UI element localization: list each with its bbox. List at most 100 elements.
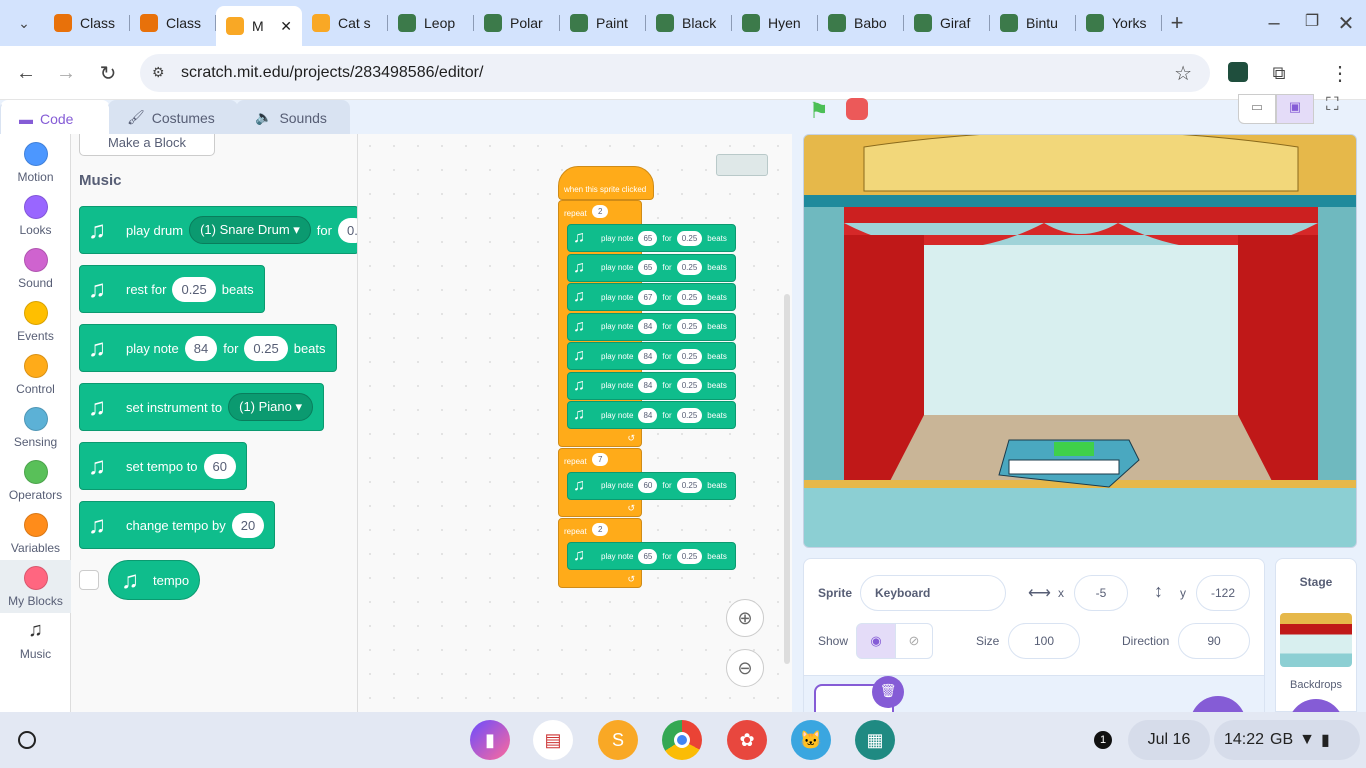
delete-sprite-icon[interactable]: 🗑 <box>872 676 904 708</box>
play-note-block[interactable]: ♫ play note 84 for 0.25 beats <box>567 401 736 429</box>
system-tray[interactable]: 14:22 GB ▼ ▮ <box>1214 720 1360 760</box>
instrument-dropdown[interactable]: (1) Piano ▾ <box>228 393 313 421</box>
scratch-cat-app-icon[interactable]: 🐱 <box>791 720 831 760</box>
category-motion[interactable]: Motion <box>0 136 71 189</box>
beats-input[interactable]: 0.25 <box>172 276 216 302</box>
play-note-block[interactable]: ♫ play note 65 for 0.25 beats <box>567 224 736 252</box>
chrome-icon[interactable] <box>662 720 702 760</box>
browser-tab[interactable]: Babo <box>818 8 904 38</box>
note-input[interactable]: 84 <box>638 348 658 364</box>
size-input[interactable]: 100 <box>1008 623 1080 659</box>
note-input[interactable]: 84 <box>638 378 658 393</box>
show-visible-icon[interactable]: ◉ <box>856 623 896 659</box>
large-stage-icon[interactable]: ▣ <box>1276 94 1314 124</box>
browser-tab[interactable]: Paint <box>560 8 646 38</box>
x-position-input[interactable]: -5 <box>1074 575 1128 611</box>
url-text[interactable]: scratch.mit.edu/projects/283498586/edito… <box>181 64 483 82</box>
play-note-block[interactable]: ♫ play note 84 for 0.25 beats <box>567 342 736 370</box>
play-note-block[interactable]: ♫ play note 84 for 0.25 beats <box>567 312 736 341</box>
tab-search-icon[interactable]: ⌄ <box>10 9 38 37</box>
browser-tab[interactable]: Polar <box>474 8 560 38</box>
green-flag-icon[interactable]: ⚑ <box>809 98 829 124</box>
category-events[interactable]: Events <box>0 295 71 348</box>
browser-tab[interactable]: Class <box>130 8 216 38</box>
site-info-icon[interactable]: ⚙ <box>152 64 165 81</box>
change-tempo-block[interactable]: ♫ change tempo by 20 <box>79 501 276 549</box>
browser-tab[interactable]: M ✕ <box>216 6 302 46</box>
rest-block[interactable]: ♫ rest for 0.25 beats <box>79 265 265 313</box>
browser-tab[interactable]: Class <box>44 8 130 38</box>
launcher-icon[interactable] <box>18 731 36 749</box>
repeat-count-input[interactable]: 7 <box>592 452 609 466</box>
zoom-in-icon[interactable]: ⊕ <box>726 599 764 637</box>
workspace-scrollbar[interactable] <box>784 294 790 664</box>
category-control[interactable]: Control <box>0 348 71 401</box>
close-window-icon[interactable]: ✕ <box>1332 9 1360 37</box>
tempo-change-input[interactable]: 20 <box>231 512 265 538</box>
category-sensing[interactable]: Sensing <box>0 401 71 454</box>
stage-backdrop-thumbnail[interactable] <box>1280 613 1352 667</box>
repeat-count-input[interactable]: 2 <box>592 523 609 536</box>
category-operators[interactable]: Operators <box>0 454 71 507</box>
play-drum-block[interactable]: ♫ play drum (1) Snare Drum ▾ for 0. <box>79 206 357 254</box>
beats-input[interactable]: 0.25 <box>676 260 703 275</box>
category-sound[interactable]: Sound <box>0 242 71 295</box>
play-note-block[interactable]: ♫ play note 65 for 0.25 beats <box>567 253 736 282</box>
category-variables[interactable]: Variables <box>0 507 71 560</box>
make-a-block-button[interactable]: Make a Block <box>79 134 215 156</box>
category-music[interactable]: ♫ Music <box>0 613 71 666</box>
script-workspace[interactable]: when this sprite clicked repeat 2 ↺ ♫ play n… <box>358 134 792 712</box>
play-note-block[interactable]: ♫ play note 67 for 0.25 beats <box>567 283 736 311</box>
browser-tab[interactable]: Leop <box>388 8 474 38</box>
app-icon-7[interactable]: ▦ <box>855 720 895 760</box>
y-position-input[interactable]: -122 <box>1196 575 1250 611</box>
set-instrument-block[interactable]: ♫ set instrument to (1) Piano ▾ <box>79 383 324 431</box>
tab-code[interactable]: ▬ Code <box>0 100 110 134</box>
new-tab-icon[interactable]: + <box>1163 9 1191 37</box>
note-input[interactable]: 65 <box>638 230 658 246</box>
note-input[interactable]: 65 <box>638 260 658 275</box>
browser-tab[interactable]: Black <box>646 8 732 38</box>
browser-tab[interactable]: Yorks <box>1076 8 1162 38</box>
paint-app-icon[interactable]: ✿ <box>727 720 767 760</box>
tab-costumes[interactable]: 🖌 Costumes <box>108 100 238 134</box>
beats-input[interactable]: 0. <box>337 217 357 243</box>
back-icon[interactable]: ← <box>12 59 40 87</box>
browser-tab[interactable]: Hyen <box>732 8 818 38</box>
beats-input[interactable]: 0.25 <box>676 348 703 364</box>
fullscreen-icon[interactable]: ⛶ <box>1326 94 1339 115</box>
category-my-blocks[interactable]: My Blocks <box>0 560 71 613</box>
extension-icon[interactable] <box>1228 62 1248 82</box>
browser-tab[interactable]: Giraf <box>904 8 990 38</box>
note-input[interactable]: 84 <box>184 335 218 361</box>
tempo-monitor-checkbox[interactable] <box>79 570 99 590</box>
beats-input[interactable]: 0.25 <box>244 335 288 361</box>
app-icon-1[interactable]: ▮ <box>470 720 510 760</box>
notification-count[interactable]: 1 <box>1094 731 1112 749</box>
play-note-block[interactable]: ♫ play note 65 for 0.25 beats <box>567 542 736 570</box>
minimize-icon[interactable]: – <box>1260 9 1288 37</box>
play-note-block[interactable]: ♫ play note 60 for 0.25 beats <box>567 471 736 500</box>
category-looks[interactable]: Looks <box>0 189 71 242</box>
restore-icon[interactable]: ❐ <box>1298 7 1326 35</box>
browser-tab[interactable]: Bintu <box>990 8 1076 38</box>
zoom-out-icon[interactable]: ⊖ <box>726 649 764 687</box>
stage-canvas[interactable] <box>803 134 1357 548</box>
drum-dropdown[interactable]: (1) Snare Drum ▾ <box>189 216 311 244</box>
beats-input[interactable]: 0.25 <box>676 478 703 493</box>
repeat-count-input[interactable]: 2 <box>592 205 609 218</box>
beats-input[interactable]: 0.25 <box>676 407 703 423</box>
note-input[interactable]: 84 <box>638 407 658 423</box>
extensions-puzzle-icon[interactable]: ⧉ <box>1265 59 1293 87</box>
beats-input[interactable]: 0.25 <box>676 378 703 393</box>
tempo-input[interactable]: 60 <box>203 453 237 479</box>
note-input[interactable]: 67 <box>638 289 658 305</box>
small-stage-icon[interactable]: ▭ <box>1238 94 1276 124</box>
url-omnibox[interactable]: ⚙ scratch.mit.edu/projects/283498586/edi… <box>140 54 1210 92</box>
beats-input[interactable]: 0.25 <box>676 289 703 305</box>
date-tray[interactable]: Jul 16 <box>1128 720 1210 760</box>
browser-tab[interactable]: Cat s <box>302 8 388 38</box>
app-icon-2[interactable]: ▤ <box>533 720 573 760</box>
stop-icon[interactable] <box>846 98 868 120</box>
set-tempo-block[interactable]: ♫ set tempo to 60 <box>79 442 248 490</box>
